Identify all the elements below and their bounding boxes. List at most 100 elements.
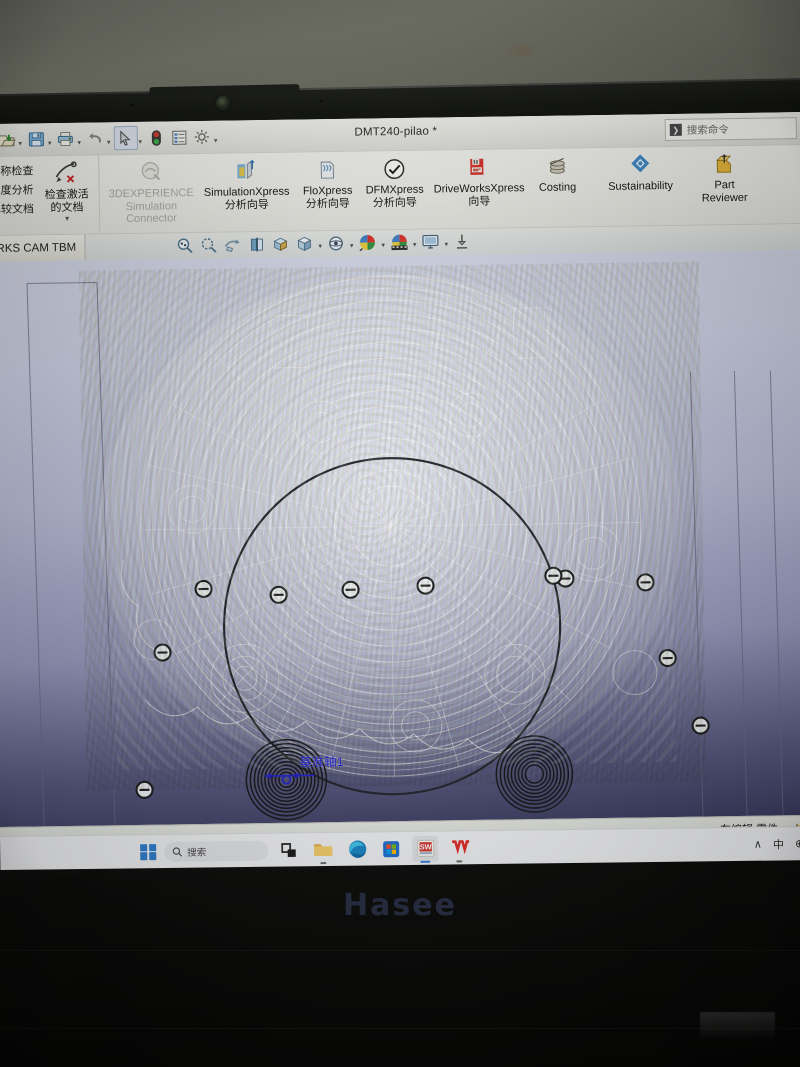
simulationxpress-label-1: SimulationXpress (203, 185, 290, 199)
sustainability-button[interactable]: Sustainability (598, 150, 683, 194)
wps-office-button[interactable] (446, 835, 472, 862)
command-search-box[interactable]: ❯ 搜索命令 (664, 117, 797, 142)
start-button[interactable] (140, 843, 157, 860)
view-settings-tool[interactable] (419, 230, 441, 252)
simulationxpress-icon (237, 159, 255, 180)
solidworks-window: ▾ ▾ ▾ ▾ ▾ ▾ DMT240-pilao * ❯ 搜索命令 对称检查 厚… (0, 111, 800, 853)
taskbar-center-cluster: 搜索 SW (140, 835, 472, 865)
section-view-tool[interactable] (245, 233, 267, 255)
floxpress-icon (320, 161, 334, 179)
check-active-document-icon (55, 161, 77, 183)
part-reviewer-button[interactable]: Part Reviewer (692, 149, 757, 205)
evaluate-tools-group: 对称检查 厚度分析 比较文档 检查激活 的文档 ▾ (0, 155, 99, 238)
windows-logo-icon (140, 852, 148, 860)
system-tray: ∧ 中 ⊕ (754, 836, 800, 853)
rotate-view-icon (224, 238, 240, 252)
zoom-fit-tool[interactable] (173, 234, 195, 256)
photograph-of-laptop: ▾ ▾ ▾ ▾ ▾ ▾ DMT240-pilao * ❯ 搜索命令 对称检查 厚… (0, 0, 800, 1067)
driveworksxpress-label-2: 向导 (468, 195, 491, 208)
chassis-seam (0, 1028, 800, 1029)
check-active-document-label-2: 的文档 (50, 201, 84, 214)
cad-model-wireframe (26, 274, 784, 827)
part-reviewer-label-1: Part (714, 179, 735, 192)
windows-logo-icon (140, 843, 148, 851)
solidworks-button[interactable]: SW (412, 835, 439, 863)
section-view-icon (250, 237, 263, 252)
laptop-chassis (0, 838, 800, 1067)
microphone-hole (319, 99, 323, 103)
taskbar-search-placeholder: 搜索 (187, 846, 207, 859)
running-indicator (320, 861, 327, 864)
apply-scene-tool[interactable] (388, 231, 410, 253)
floxpress-label-1: FloXpress (302, 184, 353, 198)
3dexperience-simulation-button[interactable]: 3DEXPERIENCE Simulation Connector (104, 157, 198, 226)
edge-browser-icon (348, 840, 366, 858)
datum-axis-1-label[interactable]: 基准轴1 (299, 751, 344, 771)
check-active-document-caret[interactable]: ▾ (65, 214, 69, 223)
symmetry-check-item[interactable]: 对称检查 (0, 161, 35, 180)
wps-office-icon (451, 840, 469, 855)
display-style-caret[interactable]: ▾ (318, 242, 322, 250)
sustainability-icon (631, 154, 650, 173)
running-indicator (456, 859, 463, 862)
view-settings-caret[interactable]: ▾ (444, 240, 448, 248)
dfmxpress-button[interactable]: DFMXpress 分析向导 (361, 154, 428, 210)
ime-language-indicator[interactable]: 中 (773, 836, 784, 852)
bearing-bore-right (495, 735, 574, 813)
apply-scene-icon (391, 234, 408, 251)
edge-button[interactable] (344, 836, 370, 862)
check-active-document-item[interactable]: 检查激活 的文档 ▾ (39, 159, 94, 224)
floxpress-button[interactable]: FloXpress 分析向导 (295, 155, 360, 211)
3dexperience-label-1: 3DEXPERIENCE (108, 187, 194, 201)
display-style-tool[interactable] (293, 232, 315, 254)
simulationxpress-label-2: 分析向导 (224, 198, 269, 212)
rotate-view-tool[interactable] (221, 233, 243, 255)
costing-button[interactable]: Costing (530, 151, 585, 194)
command-search-placeholder: 搜索命令 (686, 123, 729, 137)
dfmxpress-label-1: DFMXpress (365, 183, 424, 197)
webcam-lens-icon (215, 95, 231, 111)
edit-appearance-tool[interactable] (356, 231, 378, 253)
appearance-caret[interactable]: ▾ (381, 241, 385, 249)
view-orientation-tool[interactable] (269, 233, 291, 255)
tray-overflow-chevron[interactable]: ∧ (754, 838, 762, 851)
hide-show-caret[interactable]: ▾ (350, 242, 354, 250)
active-indicator (420, 860, 431, 863)
driveworksxpress-label-1: DriveWorksXpress (433, 182, 525, 196)
file-explorer-button[interactable] (310, 836, 336, 864)
viewport-layout-tool[interactable] (451, 230, 473, 252)
hide-show-icon (329, 236, 343, 250)
evaluate-small-column: 对称检查 厚度分析 比较文档 (0, 159, 36, 218)
sustainability-label: Sustainability (608, 179, 674, 193)
check-active-document-label-1: 检查激活 (44, 188, 89, 202)
thickness-analysis-label: 厚度分析 (0, 184, 34, 198)
zoom-area-tool[interactable] (197, 234, 219, 256)
compare-documents-item[interactable]: 比较文档 (0, 199, 36, 218)
scene-caret[interactable]: ▾ (413, 241, 417, 249)
costing-label: Costing (538, 181, 577, 194)
hide-show-items-tool[interactable] (325, 232, 347, 254)
driveworksxpress-icon (470, 158, 484, 175)
graphics-viewport[interactable]: 基准轴1 基准轴2 输入7 (0, 249, 800, 828)
costing-coins-icon (549, 157, 565, 174)
taskview-button[interactable] (276, 837, 302, 863)
wall-smudge (503, 39, 541, 63)
file-explorer-icon (314, 844, 333, 856)
search-command-icon: ❯ (669, 123, 682, 136)
part-reviewer-label-2: Reviewer (701, 191, 748, 205)
appearance-eye-icon (359, 234, 375, 252)
simulationxpress-button[interactable]: SimulationXpress 分析向导 (199, 156, 294, 213)
taskbar-search-box[interactable]: 搜索 (164, 840, 269, 862)
thickness-analysis-item[interactable]: 厚度分析 (0, 180, 36, 199)
network-icon[interactable]: ⊕ (795, 837, 800, 850)
compare-documents-label: 比较文档 (0, 203, 35, 217)
view-orientation-icon (273, 237, 288, 251)
microsoft-store-button[interactable] (378, 836, 404, 862)
taskbar-wrapper: 搜索 SW ∧ 中 ⊕ (0, 826, 800, 870)
ribbon-toolbar: 对称检查 厚度分析 比较文档 检查激活 的文档 ▾ 3DEXPERIENCE S… (0, 143, 800, 238)
view-tools: ▾ ▾ ▾ ▾ ▾ (173, 230, 473, 256)
zoom-fit-icon (177, 238, 193, 253)
cam-tab-chip[interactable]: RKS CAM TBM (0, 234, 86, 262)
driveworksxpress-button[interactable]: DriveWorksXpress 向导 (429, 152, 529, 209)
laptop-brand-logo: Hasee (343, 888, 457, 923)
